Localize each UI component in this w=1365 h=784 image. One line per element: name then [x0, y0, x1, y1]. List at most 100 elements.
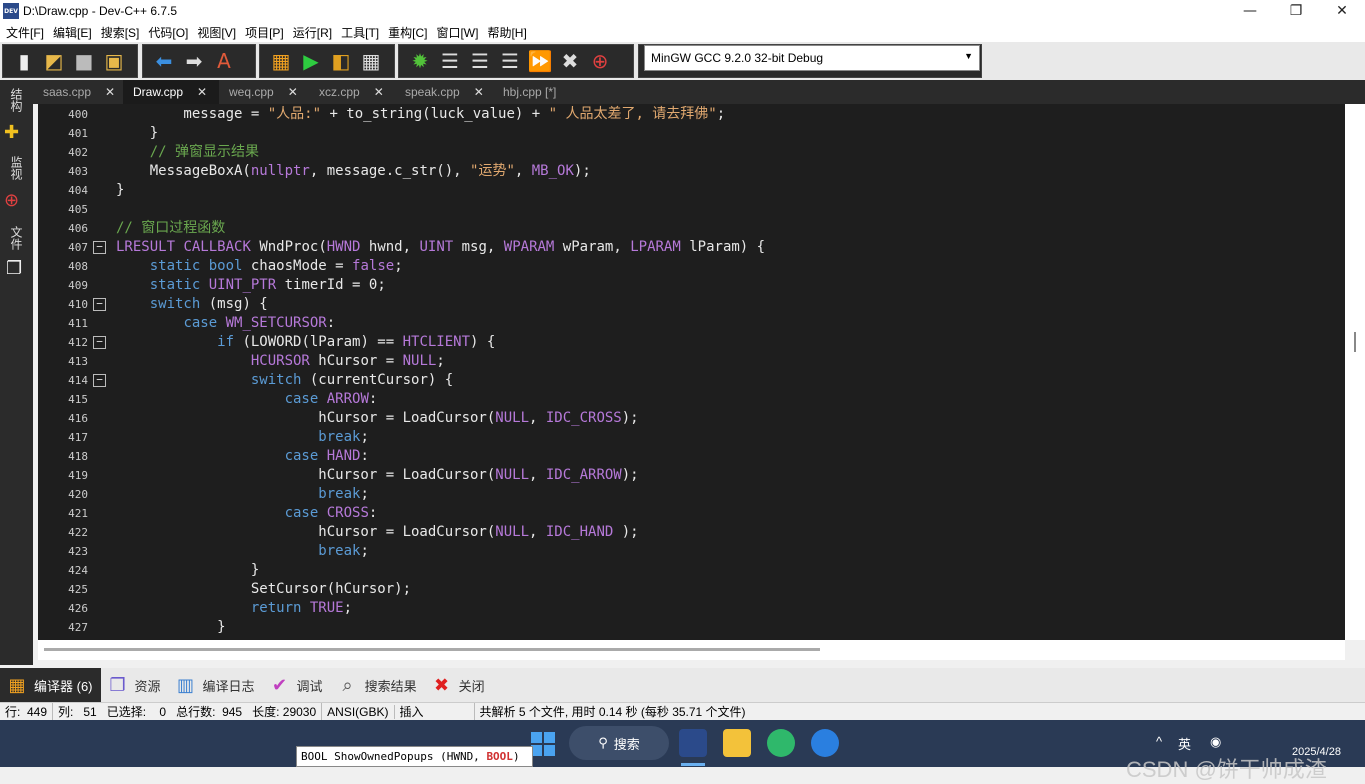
new-file-icon[interactable]: ▮ [11, 48, 37, 74]
bottom-tab[interactable]: ▦ 编译器 (6) [0, 668, 101, 702]
edge-browser-icon[interactable] [811, 729, 839, 757]
code-line[interactable]: 424 } [38, 561, 1345, 580]
stop-debug-icon[interactable]: ✖ [557, 48, 583, 74]
code-line[interactable]: 413 HCURSOR hCursor = NULL; [38, 352, 1345, 371]
step-into-icon[interactable]: ☰ [467, 48, 493, 74]
code-line[interactable]: 406 // 窗口过程函数 [38, 219, 1345, 238]
compiler-select[interactable]: MinGW GCC 9.2.0 32-bit Debug ▼ [644, 45, 980, 71]
code-line[interactable]: 416 hCursor = LoadCursor(NULL, IDC_CROSS… [38, 409, 1345, 428]
code-line[interactable]: 409 static UINT_PTR timerId = 0; [38, 276, 1345, 295]
code-line[interactable]: 404} [38, 181, 1345, 200]
close-icon[interactable]: ✕ [1319, 0, 1365, 22]
code-line[interactable]: 425 SetCursor(hCursor); [38, 580, 1345, 599]
step-over-icon[interactable]: ☰ [437, 48, 463, 74]
code-line[interactable]: 423 break; [38, 542, 1345, 561]
watch-icon[interactable]: ⊕ [4, 190, 19, 211]
menu-item[interactable]: 视图[V] [191, 24, 239, 41]
save-all-icon[interactable]: ▣ [101, 48, 127, 74]
compile-icon[interactable]: ▦ [268, 48, 294, 74]
tray-chevron-up-icon[interactable]: ^ [1156, 734, 1162, 749]
fold-toggle-icon[interactable]: − [93, 336, 106, 349]
code-line[interactable]: 407− LRESULT CALLBACK WndProc(HWND hwnd, … [38, 238, 1345, 257]
run-icon[interactable]: ▶ [298, 48, 324, 74]
minimize-icon[interactable]: — [1227, 0, 1273, 22]
maximize-icon[interactable]: ❐ [1273, 0, 1319, 22]
status-encoding[interactable]: ANSI(GBK) [322, 704, 395, 719]
compile-run-icon[interactable]: ◧ [328, 48, 354, 74]
code-line[interactable]: 400 message = "人品:" + to_string(luck_val… [38, 105, 1345, 124]
code-editor[interactable]: 400 message = "人品:" + to_string(luck_val… [38, 104, 1345, 640]
code-line[interactable]: 422 hCursor = LoadCursor(NULL, IDC_HAND … [38, 523, 1345, 542]
wifi-icon[interactable]: ◉ [1210, 734, 1221, 750]
vertical-scrollbar[interactable] [1345, 104, 1365, 640]
menu-item[interactable]: 编辑[E] [47, 24, 95, 41]
code-line[interactable]: 411 case WM_SETCURSOR: [38, 314, 1345, 333]
file-tab[interactable]: xcz.cpp ✕ [309, 80, 395, 104]
add-watch-icon[interactable]: ⊕ [587, 48, 613, 74]
save-icon[interactable]: ■ [71, 48, 97, 74]
bottom-tab[interactable]: ✖ 关闭 [425, 668, 493, 702]
menu-item[interactable]: 搜索[S] [95, 24, 143, 41]
fold-toggle-icon[interactable]: − [93, 241, 106, 254]
menu-item[interactable]: 重构[C] [382, 24, 430, 41]
code-line[interactable]: 420 break; [38, 485, 1345, 504]
open-folder-icon[interactable]: ◩ [41, 48, 67, 74]
code-line[interactable]: 401 } [38, 124, 1345, 143]
forward-arrow-icon[interactable]: ➡ [181, 48, 207, 74]
bottom-tab[interactable]: ▥ 编译日志 [169, 668, 263, 702]
code-line[interactable]: 403 MessageBoxA(nullptr, message.c_str()… [38, 162, 1345, 181]
class-browser-icon[interactable]: ✚ [4, 122, 19, 143]
menu-item[interactable]: 窗口[W] [430, 24, 481, 41]
menu-item[interactable]: 文件[F] [0, 24, 47, 41]
continue-icon[interactable]: ⏩ [527, 48, 553, 74]
bottom-tab[interactable]: ⌕ 搜索结果 [331, 668, 425, 702]
rebuild-all-icon[interactable]: ▦ [358, 48, 384, 74]
code-line[interactable]: 408 static bool chaosMode = false; [38, 257, 1345, 276]
horizontal-scroll-thumb[interactable] [44, 648, 820, 651]
code-line[interactable]: 419 hCursor = LoadCursor(NULL, IDC_ARROW… [38, 466, 1345, 485]
horizontal-scrollbar[interactable] [38, 640, 1345, 660]
menu-item[interactable]: 帮助[H] [481, 24, 529, 41]
menu-item[interactable]: 运行[R] [287, 24, 335, 41]
vertical-scroll-thumb[interactable] [1354, 332, 1356, 352]
menu-item[interactable]: 项目[P] [239, 24, 287, 41]
menu-item[interactable]: 代码[O] [142, 24, 191, 41]
menu-item[interactable]: 工具[T] [335, 24, 382, 41]
file-tab[interactable]: hbj.cpp [*] [493, 80, 583, 104]
ime-language[interactable]: 英 [1178, 734, 1191, 753]
dock-tab-watch[interactable]: 监视 [8, 156, 25, 180]
fold-toggle-icon[interactable]: − [93, 298, 106, 311]
format-code-icon[interactable]: A [211, 48, 237, 74]
code-line[interactable]: 402 // 弹窗显示结果 [38, 143, 1345, 162]
tab-close-icon[interactable]: ✕ [197, 85, 207, 99]
tab-close-icon[interactable]: ✕ [105, 85, 115, 99]
tab-close-icon[interactable]: ✕ [288, 85, 298, 99]
file-tab[interactable]: speak.cpp ✕ [395, 80, 493, 104]
code-line[interactable]: 417 break; [38, 428, 1345, 447]
files-icon[interactable]: ❐ [6, 258, 22, 279]
code-line[interactable]: 421 case CROSS: [38, 504, 1345, 523]
back-arrow-icon[interactable]: ⬅ [151, 48, 177, 74]
code-line[interactable]: 405 [38, 200, 1345, 219]
tab-close-icon[interactable]: ✕ [474, 85, 484, 99]
tab-close-icon[interactable]: ✕ [374, 85, 384, 99]
file-tab[interactable]: weq.cpp ✕ [219, 80, 309, 104]
step-out-icon[interactable]: ☰ [497, 48, 523, 74]
file-tab[interactable]: Draw.cpp ✕ [123, 80, 219, 104]
file-explorer-icon[interactable] [723, 729, 751, 757]
code-line[interactable]: 412− if (LOWORD(lParam) == HTCLIENT) { [38, 333, 1345, 352]
chat-app-icon[interactable] [767, 729, 795, 757]
fold-toggle-icon[interactable]: − [93, 374, 106, 387]
windows-start-icon[interactable] [531, 732, 555, 756]
dock-tab-structure[interactable]: 结构 [8, 88, 25, 112]
debug-bug-icon[interactable]: ✹ [407, 48, 433, 74]
code-line[interactable]: 414− switch (currentCursor) { [38, 371, 1345, 390]
code-line[interactable]: 427 } [38, 618, 1345, 637]
code-line[interactable]: 410− switch (msg) { [38, 295, 1345, 314]
bottom-tab[interactable]: ✔ 调试 [263, 668, 331, 702]
dock-tab-files[interactable]: 文件 [8, 226, 25, 250]
code-line[interactable]: 415 case ARROW: [38, 390, 1345, 409]
code-line[interactable]: 426 return TRUE; [38, 599, 1345, 618]
devcpp-taskbar-icon[interactable] [679, 729, 707, 757]
taskbar-search[interactable]: ⚲ 搜索 [569, 726, 669, 760]
